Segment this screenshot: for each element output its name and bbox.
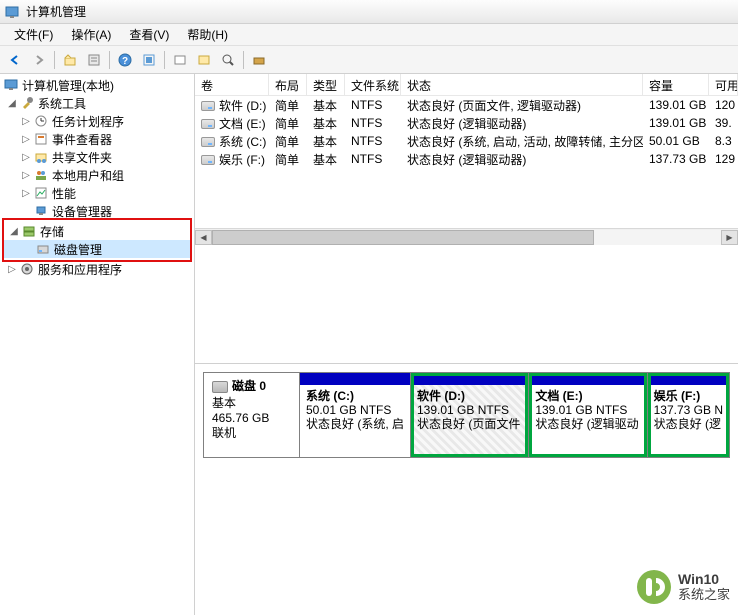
help-button[interactable]: ? — [114, 49, 136, 71]
partition-header — [648, 373, 729, 385]
tree-system-tools[interactable]: ◢ 系统工具 — [2, 94, 192, 112]
volume-row[interactable]: 文档 (E:) 简单 基本 NTFS 状态良好 (逻辑驱动器) 139.01 G… — [195, 114, 738, 132]
scroll-left-button[interactable]: ◀ — [195, 230, 212, 245]
menu-help[interactable]: 帮助(H) — [179, 24, 236, 45]
drive-icon — [201, 137, 215, 147]
toolbar-separator — [54, 51, 55, 69]
horizontal-scrollbar[interactable]: ◀ ▶ — [195, 228, 738, 245]
highlight-box: ◢ 存储 磁盘管理 — [2, 218, 192, 262]
volume-row[interactable]: 娱乐 (F:) 简单 基本 NTFS 状态良好 (逻辑驱动器) 137.73 G… — [195, 150, 738, 168]
expand-icon[interactable]: ▷ — [20, 170, 32, 181]
computer-icon — [3, 77, 19, 93]
tree-performance[interactable]: ▷ 性能 — [2, 184, 192, 202]
tree-task-scheduler[interactable]: ▷ 任务计划程序 — [2, 112, 192, 130]
titlebar: 计算机管理 — [0, 0, 738, 24]
menubar: 文件(F) 操作(A) 查看(V) 帮助(H) — [0, 24, 738, 46]
partition-c[interactable]: 系统 (C:) 50.01 GB NTFS 状态良好 (系统, 启 — [300, 373, 411, 457]
toolbar: ? — [0, 46, 738, 74]
partition-header — [529, 373, 646, 385]
disk-icon — [35, 241, 51, 257]
watermark: Win10 系统之家 — [636, 569, 730, 605]
volume-row[interactable]: 软件 (D:) 简单 基本 NTFS 状态良好 (页面文件, 逻辑驱动器) 13… — [195, 96, 738, 114]
disk-row: 磁盘 0 基本 465.76 GB 联机 系统 (C:) 50.01 GB NT… — [203, 372, 730, 458]
expand-icon[interactable]: ▷ — [20, 134, 32, 145]
performance-icon — [33, 185, 49, 201]
right-panel: 卷 布局 类型 文件系统 状态 容量 可用 软件 (D:) 简单 基本 NTFS… — [195, 74, 738, 615]
drive-icon — [201, 155, 215, 165]
tree-panel[interactable]: 计算机管理(本地) ◢ 系统工具 ▷ 任务计划程序 ▷ 事件查看器 ▷ 共享文件… — [0, 74, 195, 615]
toolbar-separator — [164, 51, 165, 69]
tree-event-viewer[interactable]: ▷ 事件查看器 — [2, 130, 192, 148]
partition-e[interactable]: 文档 (E:) 139.01 GB NTFS 状态良好 (逻辑驱动 — [529, 373, 647, 457]
toolbar-separator — [243, 51, 244, 69]
drive-icon — [201, 119, 215, 129]
scroll-thumb[interactable] — [212, 230, 594, 245]
forward-button[interactable] — [28, 49, 50, 71]
volume-list-body: 软件 (D:) 简单 基本 NTFS 状态良好 (页面文件, 逻辑驱动器) 13… — [195, 96, 738, 168]
tb-icon-3[interactable] — [217, 49, 239, 71]
collapse-icon[interactable]: ◢ — [6, 98, 18, 109]
folder-share-icon — [33, 149, 49, 165]
menu-view[interactable]: 查看(V) — [121, 24, 177, 45]
tree-shared-folders[interactable]: ▷ 共享文件夹 — [2, 148, 192, 166]
clock-icon — [33, 113, 49, 129]
col-fs[interactable]: 文件系统 — [345, 74, 401, 95]
drive-icon — [201, 101, 215, 111]
col-status[interactable]: 状态 — [401, 74, 643, 95]
col-capacity[interactable]: 容量 — [643, 74, 709, 95]
expand-icon[interactable]: ▷ — [20, 188, 32, 199]
menu-action[interactable]: 操作(A) — [63, 24, 119, 45]
partition-f[interactable]: 娱乐 (F:) 137.73 GB N 状态良好 (逻 — [648, 373, 729, 457]
tools-icon — [19, 95, 35, 111]
scroll-right-button[interactable]: ▶ — [721, 230, 738, 245]
window-title: 计算机管理 — [26, 3, 86, 20]
volume-row[interactable]: 系统 (C:) 简单 基本 NTFS 状态良好 (系统, 启动, 活动, 故障转… — [195, 132, 738, 150]
toolbar-separator — [109, 51, 110, 69]
col-volume[interactable]: 卷 — [195, 74, 269, 95]
tree-local-users[interactable]: ▷ 本地用户和组 — [2, 166, 192, 184]
up-button[interactable] — [59, 49, 81, 71]
event-icon — [33, 131, 49, 147]
device-icon — [33, 203, 49, 219]
col-free[interactable]: 可用 — [709, 74, 738, 95]
storage-icon — [21, 223, 37, 239]
disk-info[interactable]: 磁盘 0 基本 465.76 GB 联机 — [204, 373, 300, 457]
partition-header — [300, 373, 410, 385]
col-type[interactable]: 类型 — [307, 74, 345, 95]
tb-icon-1[interactable] — [169, 49, 191, 71]
users-icon — [33, 167, 49, 183]
tree-disk-management[interactable]: 磁盘管理 — [4, 240, 190, 258]
main-area: 计算机管理(本地) ◢ 系统工具 ▷ 任务计划程序 ▷ 事件查看器 ▷ 共享文件… — [0, 74, 738, 615]
expand-icon[interactable]: ▷ — [20, 152, 32, 163]
refresh-button[interactable] — [138, 49, 160, 71]
logo-icon — [636, 569, 672, 605]
volume-list-header: 卷 布局 类型 文件系统 状态 容量 可用 — [195, 74, 738, 96]
tb-icon-2[interactable] — [193, 49, 215, 71]
tb-icon-4[interactable] — [248, 49, 270, 71]
services-icon — [19, 261, 35, 277]
expand-icon[interactable]: ▷ — [6, 264, 18, 275]
col-layout[interactable]: 布局 — [269, 74, 307, 95]
svg-text:?: ? — [122, 56, 128, 67]
expand-icon[interactable]: ▷ — [20, 116, 32, 127]
properties-button[interactable] — [83, 49, 105, 71]
partition-header — [411, 373, 528, 385]
watermark-line1: Win10 — [678, 571, 730, 587]
volume-list: 卷 布局 类型 文件系统 状态 容量 可用 软件 (D:) 简单 基本 NTFS… — [195, 74, 738, 364]
tree-root[interactable]: 计算机管理(本地) — [2, 76, 192, 94]
partition-d[interactable]: 软件 (D:) 139.01 GB NTFS 状态良好 (页面文件 — [411, 373, 529, 457]
app-icon — [4, 4, 20, 20]
back-button[interactable] — [4, 49, 26, 71]
tree-services-apps[interactable]: ▷ 服务和应用程序 — [2, 260, 192, 278]
scroll-track[interactable] — [212, 230, 721, 245]
collapse-icon[interactable]: ◢ — [8, 226, 20, 237]
watermark-line2: 系统之家 — [678, 587, 730, 603]
disk-icon — [212, 381, 228, 393]
tree-storage[interactable]: ◢ 存储 — [4, 222, 190, 240]
menu-file[interactable]: 文件(F) — [6, 24, 61, 45]
